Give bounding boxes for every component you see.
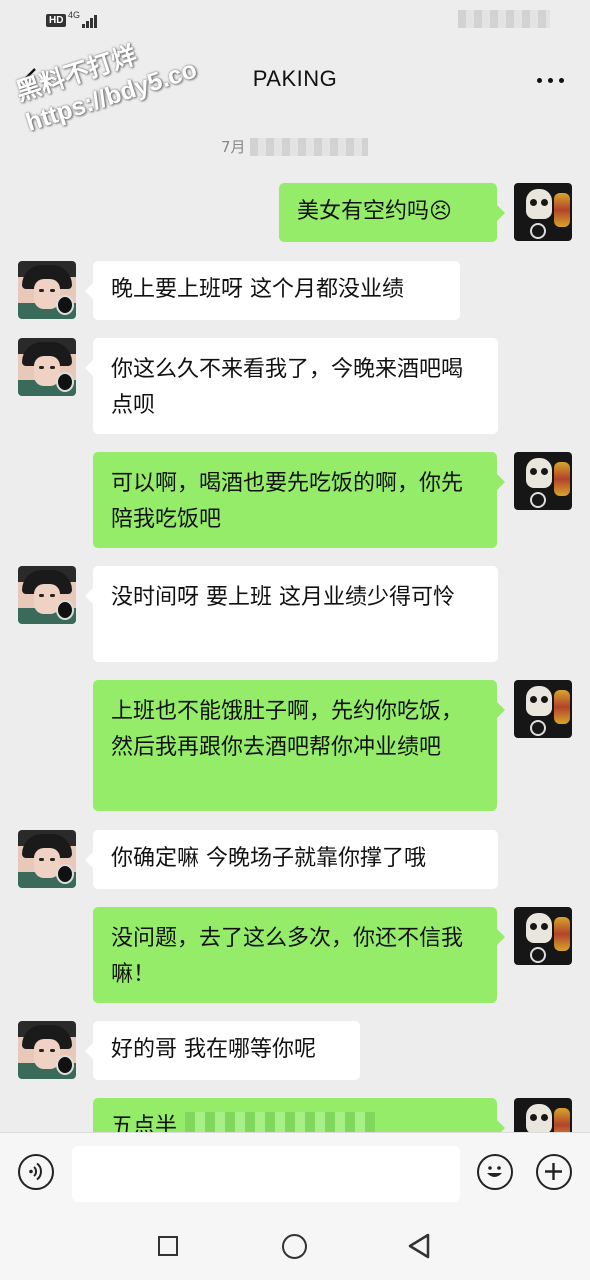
more-dots-icon[interactable]	[537, 78, 564, 83]
contact-avatar[interactable]	[18, 830, 76, 888]
hd-indicator: HD	[46, 14, 67, 27]
nav-back-icon[interactable]	[406, 1232, 432, 1260]
message-bubble[interactable]: 好的哥 我在哪等你呢	[85, 1021, 360, 1080]
recent-apps-icon[interactable]	[158, 1236, 178, 1256]
self-avatar[interactable]	[514, 680, 572, 738]
contact-avatar[interactable]	[18, 566, 76, 624]
contact-avatar[interactable]	[18, 1021, 76, 1079]
message-bubble[interactable]: 可以啊，喝酒也要先吃饭的啊，你先陪我吃饭吧	[93, 452, 505, 548]
self-avatar[interactable]	[514, 907, 572, 965]
system-nav-bar	[0, 1214, 590, 1280]
plus-icon[interactable]	[536, 1154, 572, 1190]
contact-avatar[interactable]	[18, 261, 76, 319]
blurred-message-text	[185, 1112, 375, 1132]
message-timestamp: 7月	[221, 138, 246, 156]
blurred-timestamp	[250, 138, 368, 156]
signal-icon	[82, 14, 98, 28]
voice-icon[interactable]	[18, 1154, 54, 1190]
message-bubble[interactable]: 你这么久不来看我了，今晚来酒吧喝点呗	[85, 338, 498, 434]
message-bubble[interactable]: 上班也不能饿肚子啊，先约你吃饭，然后我再跟你去酒吧帮你冲业绩吧	[93, 680, 505, 811]
self-avatar[interactable]	[514, 452, 572, 510]
message-bubble[interactable]: 晚上要上班呀 这个月都没业绩	[85, 261, 460, 320]
contact-avatar[interactable]	[18, 338, 76, 396]
emoji-icon[interactable]	[477, 1154, 513, 1190]
status-bar: HD 4G	[0, 0, 590, 44]
message-bubble[interactable]: 没时间呀 要上班 这月业绩少得可怜	[85, 566, 498, 662]
message-input[interactable]	[72, 1146, 460, 1202]
network-type: 4G	[68, 10, 81, 20]
home-icon[interactable]	[282, 1234, 307, 1259]
chat-input-bar	[0, 1132, 590, 1215]
blurred-status-info	[458, 10, 550, 28]
message-bubble[interactable]: 美女有空约吗😣	[279, 183, 505, 242]
message-bubble[interactable]: 没问题，去了这么多次，你还不信我嘛！	[93, 907, 505, 1003]
message-bubble[interactable]: 你确定嘛 今晚场子就靠你撑了哦	[85, 830, 498, 889]
self-avatar[interactable]	[514, 183, 572, 241]
